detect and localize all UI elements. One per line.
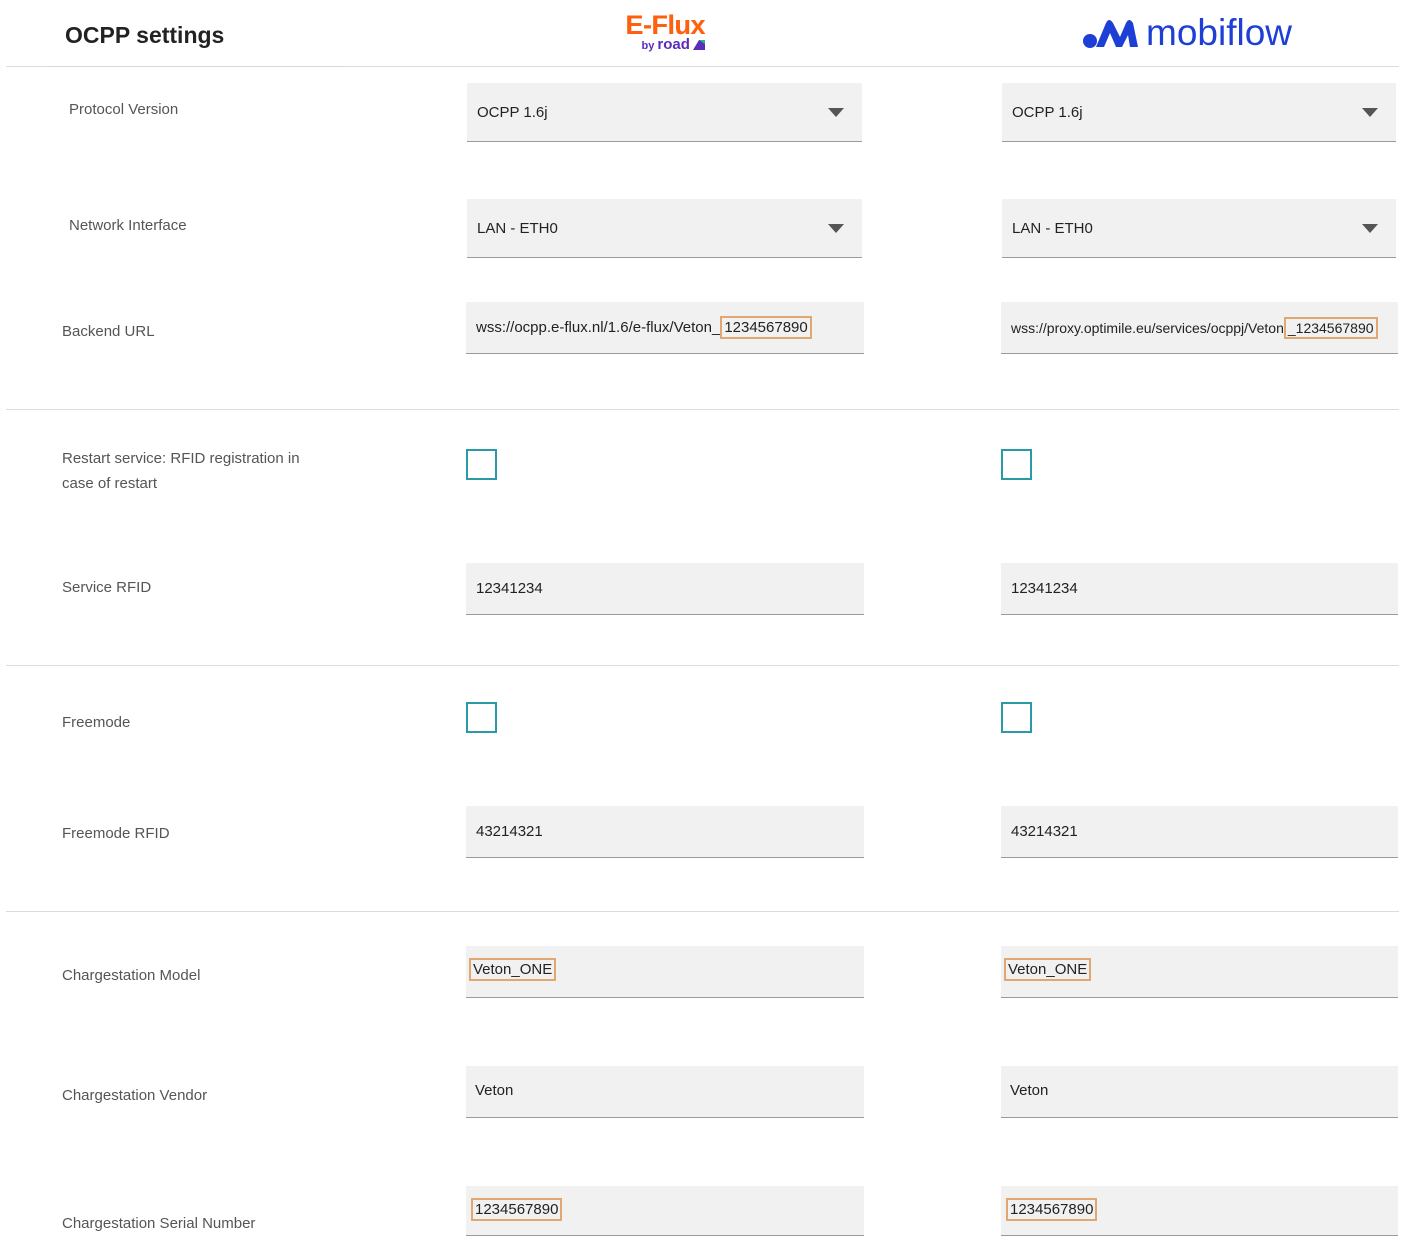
eflux-network-interface-value: LAN - ETH0 — [477, 219, 558, 237]
eflux-freemode-checkbox[interactable] — [466, 702, 497, 733]
eflux-freemode-rfid-value: 43214321 — [476, 823, 543, 840]
mobiflow-chargestation-serial-input[interactable]: 1234567890 — [1001, 1186, 1398, 1236]
mobiflow-backend-url-id-highlight: _1234567890 — [1283, 316, 1378, 339]
eflux-freemode-rfid-input[interactable]: 43214321 — [466, 806, 864, 858]
eflux-protocol-version-value: OCPP 1.6j — [477, 103, 548, 121]
label-service-rfid: Service RFID — [62, 579, 152, 596]
eflux-backend-url-id-highlight: 1234567890 — [720, 316, 812, 339]
eflux-protocol-version-select[interactable]: OCPP 1.6j — [467, 83, 862, 142]
dropdown-arrow-icon — [828, 224, 844, 233]
eflux-network-interface-select[interactable]: LAN - ETH0 — [467, 199, 862, 258]
mobiflow-service-rfid-input[interactable]: 12341234 — [1001, 563, 1398, 615]
label-chargestation-vendor: Chargestation Vendor — [62, 1087, 208, 1104]
label-backend-url: Backend URL — [62, 323, 155, 340]
mobiflow-freemode-checkbox[interactable] — [1001, 702, 1032, 733]
mobiflow-chargestation-serial-value: 1234567890 — [1006, 1198, 1098, 1221]
dropdown-arrow-icon — [1362, 224, 1378, 233]
label-chargestation-serial: Chargestation Serial Number — [62, 1215, 256, 1232]
eflux-backend-url-input[interactable]: wss://ocpp.e-flux.nl/1.6/e-flux/Veton_ 12… — [466, 302, 864, 354]
mobiflow-restart-service-checkbox[interactable] — [1001, 449, 1032, 480]
eflux-logo-road: road — [657, 36, 690, 53]
mobiflow-mark-icon — [1083, 20, 1138, 48]
eflux-logo-by: by — [641, 40, 655, 52]
label-protocol-version: Protocol Version — [69, 101, 179, 118]
eflux-chargestation-model-value: Veton_ONE — [469, 958, 557, 981]
mobiflow-logo-text: mobiflow — [1146, 12, 1292, 53]
eflux-chargestation-serial-value: 1234567890 — [471, 1198, 563, 1221]
eflux-restart-service-checkbox[interactable] — [466, 449, 497, 480]
eflux-service-rfid-input[interactable]: 12341234 — [466, 563, 864, 615]
mobiflow-freemode-rfid-input[interactable]: 43214321 — [1001, 806, 1398, 858]
eflux-logo-subtext: by road — [605, 36, 705, 53]
label-chargestation-model: Chargestation Model — [62, 967, 201, 984]
label-network-interface: Network Interface — [69, 217, 187, 234]
eflux-chargestation-vendor-input[interactable]: Veton — [466, 1066, 864, 1118]
section-divider — [6, 911, 1399, 912]
eflux-backend-url-prefix: wss://ocpp.e-flux.nl/1.6/e-flux/Veton_ — [476, 319, 721, 336]
header-divider-accent — [48, 66, 342, 67]
mobiflow-network-interface-select[interactable]: LAN - ETH0 — [1002, 199, 1396, 258]
mobiflow-chargestation-vendor-input[interactable]: Veton — [1001, 1066, 1398, 1118]
section-divider — [6, 409, 1399, 410]
mobiflow-chargestation-vendor-value: Veton — [1010, 1082, 1049, 1099]
eflux-chargestation-serial-input[interactable]: 1234567890 — [466, 1186, 864, 1236]
mobiflow-backend-url-input[interactable]: wss://proxy.optimile.eu/services/ocppj/V… — [1001, 302, 1398, 354]
eflux-logo: E-Flux by road — [605, 10, 705, 53]
mobiflow-logo: mobiflow — [1082, 12, 1292, 54]
dropdown-arrow-icon — [828, 108, 844, 117]
page-title: OCPP settings — [65, 22, 225, 48]
mobiflow-chargestation-model-value: Veton_ONE — [1004, 958, 1092, 981]
mobiflow-network-interface-value: LAN - ETH0 — [1012, 219, 1093, 237]
mobiflow-protocol-version-value: OCPP 1.6j — [1012, 103, 1083, 121]
road-mark-icon — [693, 40, 705, 50]
mobiflow-service-rfid-value: 12341234 — [1011, 580, 1078, 597]
mobiflow-backend-url-prefix: wss://proxy.optimile.eu/services/ocppj/V… — [1011, 319, 1284, 336]
label-restart-service: Restart service: RFID registration in ca… — [62, 450, 300, 492]
label-freemode-rfid: Freemode RFID — [62, 825, 170, 842]
eflux-chargestation-vendor-value: Veton — [475, 1082, 514, 1099]
eflux-service-rfid-value: 12341234 — [476, 580, 543, 597]
mobiflow-freemode-rfid-value: 43214321 — [1011, 823, 1078, 840]
label-freemode: Freemode — [62, 714, 131, 731]
section-divider — [6, 665, 1399, 666]
mobiflow-protocol-version-select[interactable]: OCPP 1.6j — [1002, 83, 1396, 142]
dropdown-arrow-icon — [1362, 108, 1378, 117]
eflux-chargestation-model-input[interactable]: Veton_ONE — [466, 946, 864, 998]
mobiflow-chargestation-model-input[interactable]: Veton_ONE — [1001, 946, 1398, 998]
